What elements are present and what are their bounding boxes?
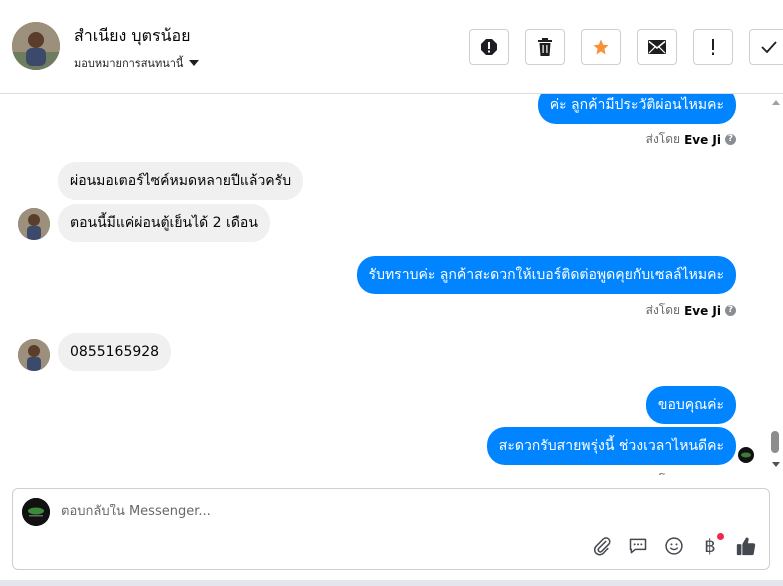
message-bubble-outgoing[interactable]: สะดวกรับสายพรุ่งนี้ ช่วงเวลาไหนดีคะ xyxy=(486,427,736,465)
caret-down-icon xyxy=(189,60,200,66)
payment-icon: ฿ xyxy=(704,535,716,557)
conversation-header: สำเนียง บุตรน้อย มอบหมายการสนทนานี้ xyxy=(0,0,783,94)
report-spam-button[interactable] xyxy=(469,29,509,65)
message-bubble-outgoing[interactable]: รับทราบค่ะ ลูกค้าสะดวกให้เบอร์ติดต่อพูดค… xyxy=(356,256,736,294)
message-bubble-incoming[interactable]: ผ่อนมอเตอร์ไซค์หมดหลายปีแล้วครับ xyxy=(58,162,304,200)
saved-replies-button[interactable] xyxy=(627,535,649,557)
checkmark-icon xyxy=(761,41,777,53)
sent-by-label: ส่งโดย Eve Ji ? xyxy=(646,130,736,149)
saved-reply-icon xyxy=(629,538,647,554)
composer-actions: ฿ xyxy=(591,533,757,557)
sent-by-prefix: ส่งโดย xyxy=(646,471,680,475)
message-bubble-incoming[interactable]: ตอนนี้มีแค่ผ่อนตู้เย็นได้ 2 เดือน xyxy=(58,204,270,242)
sent-by-agent: Eve Ji xyxy=(684,303,721,318)
contact-avatar-small xyxy=(18,339,50,371)
thread-scrollbar[interactable] xyxy=(768,94,783,475)
exclamation-octagon-icon xyxy=(481,39,497,55)
scroll-thumb[interactable] xyxy=(771,431,779,453)
star-icon xyxy=(593,39,609,55)
assign-label: มอบหมายการสนทนานี้ xyxy=(74,57,184,70)
reply-input[interactable] xyxy=(61,504,661,519)
delete-button[interactable] xyxy=(525,29,565,65)
mark-done-button[interactable] xyxy=(749,29,783,65)
seen-indicator-avatar xyxy=(738,447,754,463)
scroll-down-arrow-icon[interactable] xyxy=(772,462,780,467)
sent-by-label: ส่งโดย Eve Ji ? xyxy=(646,301,736,320)
contact-avatar-small xyxy=(18,208,50,240)
bottom-edge xyxy=(0,580,783,586)
exclamation-icon xyxy=(712,39,714,55)
assign-conversation-dropdown[interactable]: มอบหมายการสนทนานี้ xyxy=(74,54,200,72)
scroll-up-arrow-icon[interactable] xyxy=(772,100,780,105)
message-thread[interactable]: ค่ะ ลูกค้ามีประวัติผ่อนไหมคะ ส่งโดย Eve … xyxy=(0,94,768,475)
follow-up-button[interactable] xyxy=(693,29,733,65)
notification-dot xyxy=(717,533,724,540)
reply-composer: ฿ xyxy=(12,488,770,570)
emoji-icon xyxy=(665,537,683,555)
mark-unread-button[interactable] xyxy=(637,29,677,65)
message-bubble-incoming[interactable]: 0855165928 xyxy=(58,333,172,371)
page-avatar xyxy=(22,498,50,526)
contact-avatar[interactable] xyxy=(12,22,60,70)
like-button[interactable] xyxy=(735,535,757,557)
sent-by-label: ส่งโดย Eve Ji ? xyxy=(646,471,736,475)
paperclip-icon xyxy=(593,537,611,556)
sent-by-prefix: ส่งโดย xyxy=(645,132,681,146)
conversation-toolbar xyxy=(469,29,783,65)
like-icon xyxy=(736,537,756,556)
sent-by-agent: Eve Ji xyxy=(684,132,721,147)
star-button[interactable] xyxy=(581,29,621,65)
sent-by-agent: Eve Ji xyxy=(684,474,721,476)
help-icon[interactable]: ? xyxy=(725,134,736,145)
sent-by-prefix: ส่งโดย xyxy=(645,303,681,317)
payment-button[interactable]: ฿ xyxy=(699,533,724,557)
help-icon[interactable]: ? xyxy=(725,305,736,316)
trash-icon xyxy=(538,38,552,56)
emoji-button[interactable] xyxy=(663,535,685,557)
message-bubble-outgoing[interactable]: ค่ะ ลูกค้ามีประวัติผ่อนไหมคะ xyxy=(537,94,736,124)
message-bubble-outgoing[interactable]: ขอบคุณค่ะ xyxy=(645,386,736,424)
attach-button[interactable] xyxy=(591,535,613,557)
contact-name[interactable]: สำเนียง บุตรน้อย xyxy=(74,24,191,49)
envelope-icon xyxy=(648,40,666,54)
